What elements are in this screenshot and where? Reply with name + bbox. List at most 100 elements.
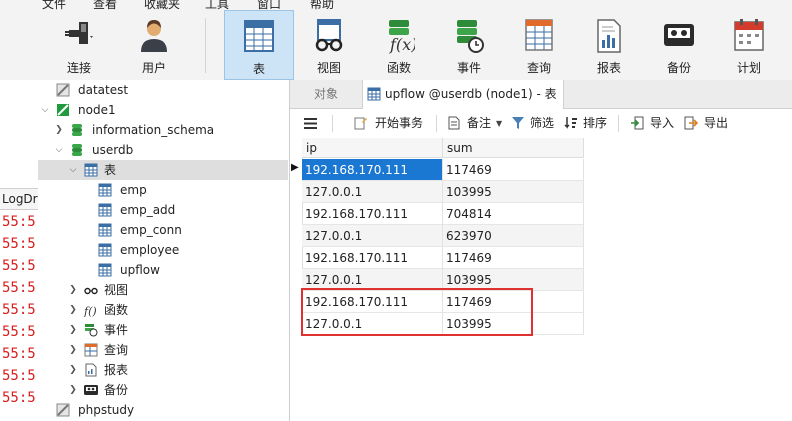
log-line: 55:5 [2,390,36,406]
toolbar-event-button[interactable]: 事件 [440,10,498,80]
tree-item-queries[interactable]: ❯ 查询 [38,340,288,360]
tree-item-table-emp-conn[interactable]: emp_conn [38,220,288,240]
tab-objects-label: 对象 [313,87,338,101]
chevron-down-icon[interactable]: ⌵ [54,140,64,160]
database-icon [72,144,82,156]
tree-item-information-schema[interactable]: ❯ information_schema [38,120,288,140]
tab-upflow-label: upflow @userdb (node1) - 表 [385,87,557,101]
log-line: 55:5 [2,324,36,340]
import-button[interactable]: 导入 [630,109,678,138]
toolbar-backup-button[interactable]: 备份 [650,10,708,80]
table-icon [367,87,381,101]
chevron-right-icon[interactable]: ❯ [68,300,78,320]
cell-sum[interactable]: 103995 [443,181,584,203]
tree-item-node1[interactable]: ⌵ node1 [38,100,288,120]
query-icon [84,343,98,357]
cell-ip[interactable]: 192.168.170.111 [302,247,443,269]
toolbar-view-button[interactable]: 视图 [300,10,358,80]
event-icon [85,324,98,337]
backup-tape-icon [664,24,694,46]
toolbar-user-button[interactable]: 用户 [125,10,183,80]
toolbar-connect-button[interactable]: 连接 [50,10,108,80]
column-header-ip[interactable]: ip [302,138,443,158]
tree-item-backups[interactable]: ❯ 备份 [38,380,288,400]
table-row[interactable]: 192.168.170.111 117469 [302,247,584,269]
tree-item-phpstudy[interactable]: phpstudy [38,400,288,420]
hamburger-menu-button[interactable] [302,109,320,138]
sort-label: 排序 [583,116,608,130]
cell-sum[interactable]: 704814 [443,203,584,225]
export-label: 导出 [704,116,729,130]
menu-view[interactable]: 查看 [93,0,117,10]
note-label: 备注 [467,116,492,130]
toolbar-view-label: 视图 [316,61,341,75]
chevron-right-icon[interactable]: ❯ [68,280,78,300]
tree-item-functions[interactable]: ❯ f() 函数 [38,300,288,320]
chevron-right-icon[interactable]: ❯ [54,120,64,140]
tree-item-label: 备份 [104,383,129,397]
connection-icon [56,403,70,417]
tree-item-table-emp-add[interactable]: emp_add [38,200,288,220]
connection-tree: datatest ⌵ node1 ❯ information_schema ⌵ … [38,80,290,421]
cell-ip[interactable]: 127.0.0.1 [302,225,443,247]
tree-item-tables[interactable]: ⌵ 表 [38,160,288,180]
table-row[interactable]: 192.168.170.111 117469 [302,159,584,181]
toolbar-table-button[interactable]: 表 [224,10,294,80]
toolbar-schedule-button[interactable]: 计划 [720,10,778,80]
tree-item-table-upflow[interactable]: upflow [38,260,288,280]
tree-item-datatest[interactable]: datatest [38,80,288,100]
toolbar-function-button[interactable]: f(x) 函数 [370,10,428,80]
tree-item-label: upflow [120,263,160,277]
tree-item-views[interactable]: ❯ 视图 [38,280,288,300]
cell-sum[interactable]: 117469 [443,159,584,181]
toolbar-query-button[interactable]: 查询 [510,10,568,80]
log-line: 55:5 [2,302,36,318]
log-tab[interactable]: LogDr [0,188,38,210]
menu-window[interactable]: 窗口 [257,0,281,10]
report-icon [85,363,97,377]
cell-ip[interactable]: 192.168.170.111 [302,159,443,181]
chevron-right-icon[interactable]: ❯ [68,380,78,400]
chevron-right-icon[interactable]: ❯ [68,320,78,340]
tree-item-events[interactable]: ❯ 事件 [38,320,288,340]
log-line: 55:5 [2,346,36,362]
backup-icon [84,385,98,395]
cell-ip[interactable]: 192.168.170.111 [302,203,443,225]
filter-button[interactable]: 筛选 [511,109,557,138]
menu-tools[interactable]: 工具 [205,0,229,10]
tree-item-label: information_schema [92,123,215,137]
tree-item-table-emp[interactable]: emp [38,180,288,200]
tree-item-label: 表 [104,163,117,177]
column-header-sum[interactable]: sum [443,138,584,158]
tree-item-table-employee[interactable]: employee [38,240,288,260]
begin-transaction-button[interactable]: 开始事务 [354,109,426,138]
tree-item-label: node1 [78,103,116,117]
cell-ip[interactable]: 127.0.0.1 [302,181,443,203]
sort-button[interactable]: 排序 [564,109,610,138]
note-button[interactable]: 备注 ▼ [447,109,505,138]
cell-sum[interactable]: 117469 [443,247,584,269]
tab-upflow[interactable]: upflow @userdb (node1) - 表 [363,80,564,109]
table-toolbar: 开始事务 备注 ▼ 筛选 排序 导入 导出 [290,109,792,139]
tab-objects[interactable]: 对象 [290,80,363,108]
tree-item-reports[interactable]: ❯ 报表 [38,360,288,380]
export-button[interactable]: 导出 [684,109,732,138]
toolbar-report-button[interactable]: 报表 [580,10,638,80]
tree-item-label: emp_conn [120,223,182,237]
table-row[interactable]: 127.0.0.1 623970 [302,225,584,247]
chevron-down-icon[interactable]: ⌵ [68,160,78,180]
menu-help[interactable]: 帮助 [310,0,334,10]
chevron-down-icon[interactable]: ⌵ [40,100,50,120]
menu-favorites[interactable]: 收藏夹 [144,0,180,10]
transaction-icon [354,117,367,130]
tree-item-label: employee [120,243,180,257]
chevron-right-icon[interactable]: ❯ [68,360,78,380]
menu-file[interactable]: 文件 [42,0,66,10]
chevron-right-icon[interactable]: ❯ [68,340,78,360]
cell-sum[interactable]: 623970 [443,225,584,247]
table-row[interactable]: 192.168.170.111 704814 [302,203,584,225]
tree-item-userdb[interactable]: ⌵ userdb [38,140,288,160]
report-icon [597,19,621,53]
table-row[interactable]: 127.0.0.1 103995 [302,181,584,203]
dropdown-arrow-icon[interactable]: ▼ [496,109,502,138]
